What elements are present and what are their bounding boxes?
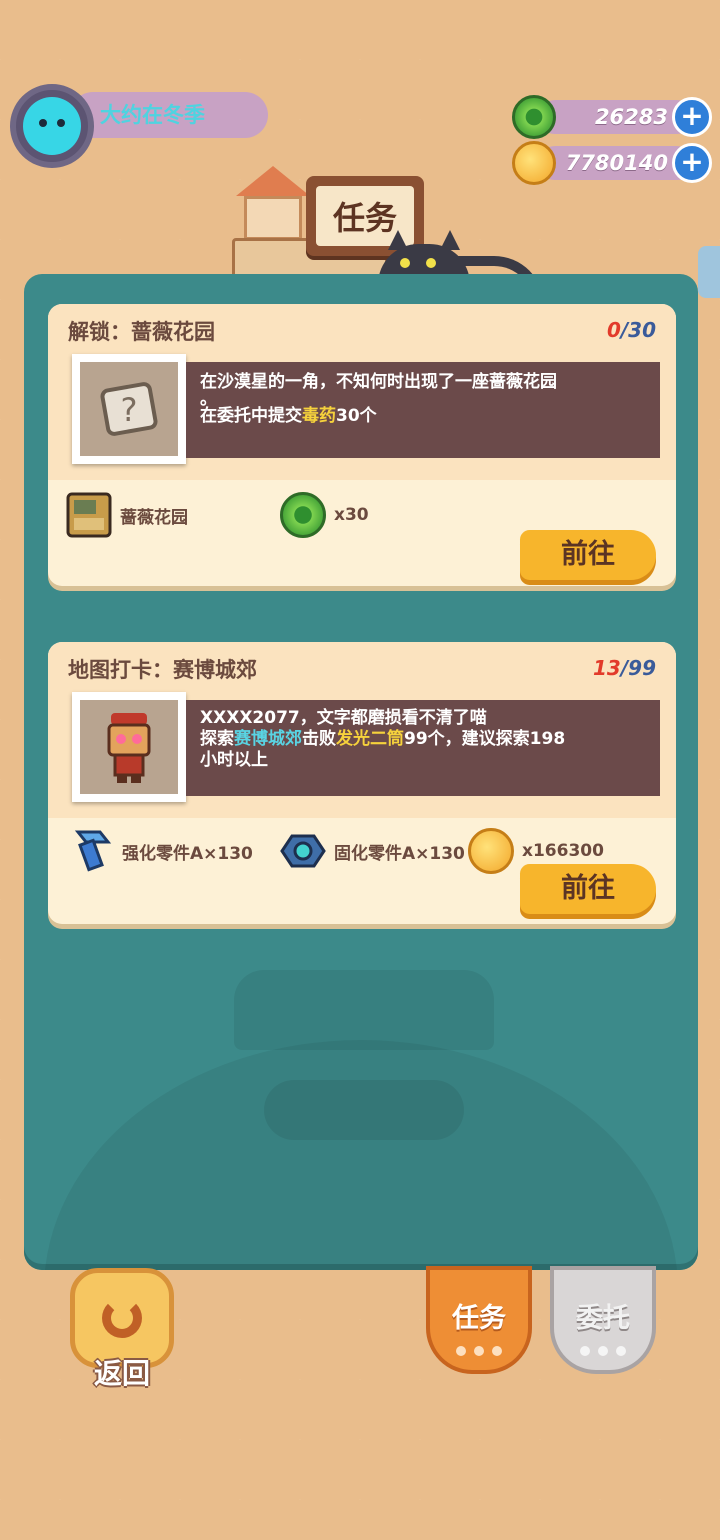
reward-label: x166300	[522, 841, 604, 861]
green-coin-icon	[280, 492, 326, 538]
return-arrow-icon	[102, 1298, 142, 1338]
hex-nut-icon	[280, 828, 326, 874]
back-button[interactable]: 返回	[70, 1268, 174, 1390]
side-clip-icon	[698, 246, 720, 298]
add-gold-coin-button[interactable]: +	[672, 143, 712, 183]
desc-text: 探索	[200, 729, 234, 749]
bolt-icon	[70, 828, 114, 874]
desc-highlight: 发光二筒	[336, 729, 404, 749]
desc-line: 。	[200, 389, 217, 409]
desc-text: 在委托中提交	[200, 406, 302, 426]
player-name-pill: 大约在冬季	[70, 92, 268, 138]
desc-text: 30个	[336, 406, 377, 426]
progress-current: 13	[593, 656, 621, 680]
quest-card: 解锁：蔷薇花园 0/30 ? 在沙漠星的一角，不知何时出现了一座蔷薇花园 。 在…	[48, 304, 676, 586]
quest-description: 在沙漠星的一角，不知何时出现了一座蔷薇花园 。 在委托中提交毒药30个	[186, 362, 660, 458]
quest-title: 解锁：蔷薇花园	[68, 320, 215, 344]
reward-label: 强化零件A×130	[122, 843, 253, 864]
green-coin-icon	[512, 95, 556, 139]
tab-entrust[interactable]: 委托	[550, 1266, 656, 1374]
reward-item: x30	[280, 492, 369, 538]
desc-highlight: 赛博城郊	[234, 729, 302, 749]
progress-current: 0	[606, 318, 621, 342]
quest-progress: 0/30	[607, 318, 656, 342]
back-label: 返回	[93, 1357, 150, 1390]
reward-label: 蔷薇花园	[120, 507, 188, 528]
reward-item: 蔷薇花园	[66, 492, 188, 538]
garden-map-icon	[66, 492, 112, 538]
desc-text: 99个，建议探索198	[404, 729, 566, 749]
currency-value: 26283	[594, 105, 668, 129]
tab-entrust-label: 委托	[576, 1303, 630, 1334]
cat-face-icon	[23, 97, 81, 155]
quest-progress: 13/99	[593, 656, 656, 680]
currency-green: 26283 +	[512, 95, 712, 139]
unknown-map-icon: ?	[80, 362, 178, 456]
quest-card: 地图打卡：赛博城郊 13/99 XXXX2077，文字都磨损看不清了喵 探索赛博…	[48, 642, 676, 924]
gold-coin-icon	[512, 141, 556, 185]
currency-gold: 7780140 +	[512, 141, 712, 185]
desc-line: 在沙漠星的一角，不知何时出现了一座蔷薇花园	[200, 372, 557, 392]
desc-line: 小时以上	[200, 750, 268, 770]
robot-icon	[80, 700, 178, 794]
tab-task-label: 任务	[452, 1303, 506, 1334]
go-button[interactable]: 前往	[520, 530, 656, 580]
quest-description: XXXX2077，文字都磨损看不清了喵 探索赛博城郊击败发光二筒99个，建议探索…	[186, 700, 660, 796]
player-name: 大约在冬季	[100, 103, 205, 127]
currency-value: 7780140	[565, 151, 668, 175]
avatar[interactable]	[10, 84, 94, 168]
progress-total: /30	[620, 318, 656, 342]
player-profile[interactable]: 大约在冬季	[10, 84, 270, 170]
gold-coin-icon	[468, 828, 514, 874]
desc-text: 击败	[302, 729, 336, 749]
svg-text:?: ?	[121, 391, 138, 429]
add-green-coin-button[interactable]: +	[672, 97, 712, 137]
quest-title: 地图打卡：赛博城郊	[68, 658, 257, 682]
quest-image: ?	[72, 354, 186, 464]
tab-task[interactable]: 任务	[426, 1266, 532, 1374]
reward-item: 强化零件A×130	[70, 828, 253, 874]
go-button[interactable]: 前往	[520, 864, 656, 914]
desc-highlight: 毒药	[302, 406, 336, 426]
house-icon	[236, 166, 310, 240]
quest-image	[72, 692, 186, 802]
desc-line: 在委托中提交毒药30个	[200, 404, 646, 428]
reward-item: 固化零件A×130	[280, 828, 465, 874]
paw-icon	[554, 1346, 652, 1356]
desc-line: XXXX2077，文字都磨损看不清了喵	[200, 708, 487, 728]
mascot-watermark	[24, 950, 698, 1270]
paw-icon	[430, 1346, 528, 1356]
reward-label: x30	[334, 505, 369, 525]
desc-line: 探索赛博城郊击败发光二筒99个，建议探索198	[200, 729, 646, 750]
progress-total: /99	[620, 656, 656, 680]
reward-label: 固化零件A×130	[334, 843, 465, 864]
